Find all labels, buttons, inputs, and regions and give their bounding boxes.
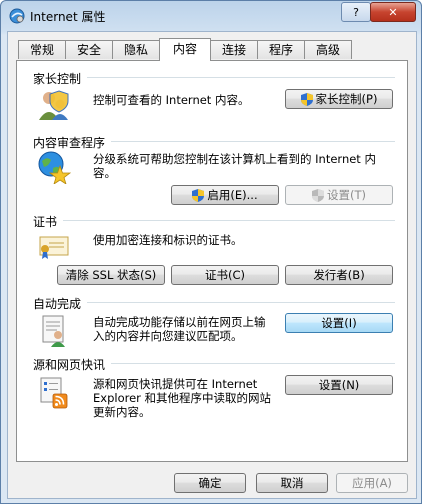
uac-shield-icon xyxy=(312,188,324,202)
parental-controls-heading: 家长控制 xyxy=(33,72,82,86)
certificates-description: 使用加密连接和标识的证书。 xyxy=(93,233,243,247)
internet-properties-window: Internet 属性 ? ✕ 常规 安全 隐私 内容 连接 程序 高级 家长控… xyxy=(0,0,422,504)
help-button[interactable]: ? xyxy=(341,2,371,22)
parental-controls-description: 控制可查看的 Internet 内容。 xyxy=(93,93,250,107)
group-divider xyxy=(87,77,395,78)
content-advisor-description-line-2: 容。 xyxy=(93,166,116,180)
group-divider xyxy=(63,220,395,221)
parental-controls-button[interactable]: 家长控制(P) xyxy=(285,89,393,109)
group-divider xyxy=(111,141,395,142)
internet-options-icon xyxy=(9,8,25,24)
group-divider xyxy=(111,363,395,364)
autocomplete-icon xyxy=(42,315,65,347)
tab-general[interactable]: 常规 xyxy=(18,40,66,59)
content-advisor-icon xyxy=(38,151,71,184)
tab-security[interactable]: 安全 xyxy=(65,40,113,59)
close-icon: ✕ xyxy=(388,5,398,19)
autocomplete-settings-button[interactable]: 设置(I) xyxy=(285,313,393,333)
tab-connections[interactable]: 连接 xyxy=(210,40,258,59)
feeds-description-line-1: 源和网页快讯提供可在 Internet xyxy=(93,377,258,391)
feeds-settings-button[interactable]: 设置(N) xyxy=(285,375,393,395)
cancel-button[interactable]: 取消 xyxy=(256,473,328,493)
content-tab-panel: 家长控制 控制可查看的 Internet 内容。 家长控制(P) 内容审查程序 xyxy=(16,60,408,462)
feeds-description-line-3: 更新内容。 xyxy=(93,405,151,419)
ok-button[interactable]: 确定 xyxy=(174,473,246,493)
window-title: Internet 属性 xyxy=(30,10,106,24)
tab-advanced[interactable]: 高级 xyxy=(304,40,352,59)
parental-controls-button-label: 家长控制(P) xyxy=(315,92,378,106)
certificates-heading: 证书 xyxy=(33,215,58,229)
feeds-heading: 源和网页快讯 xyxy=(33,358,106,372)
title-bar[interactable]: Internet 属性 ? ✕ xyxy=(1,1,421,31)
enable-content-advisor-button[interactable]: 启用(E)... xyxy=(171,185,279,205)
feeds-icon xyxy=(40,377,68,409)
tab-programs[interactable]: 程序 xyxy=(257,40,305,59)
parental-controls-icon xyxy=(39,90,69,120)
apply-button[interactable]: 应用(A) xyxy=(336,473,408,493)
help-icon: ? xyxy=(353,5,359,19)
feeds-description-line-2: Explorer 和其他程序中读取的网站 xyxy=(93,391,272,405)
content-advisor-heading: 内容审查程序 xyxy=(33,136,106,150)
autocomplete-description-line-1: 自动完成功能存储以前在网页上输 xyxy=(93,315,266,329)
uac-shield-icon xyxy=(192,188,205,202)
dialog-client-area: 常规 安全 隐私 内容 连接 程序 高级 家长控制 控制可查看的 Interne… xyxy=(7,31,417,499)
certificate-icon xyxy=(39,236,69,259)
content-advisor-settings-button[interactable]: 设置(T) xyxy=(285,185,393,205)
group-divider xyxy=(87,302,395,303)
content-advisor-settings-label: 设置(T) xyxy=(327,188,366,202)
certificates-button[interactable]: 证书(C) xyxy=(171,265,279,285)
close-button[interactable]: ✕ xyxy=(370,2,416,22)
clear-ssl-state-button[interactable]: 清除 SSL 状态(S) xyxy=(57,265,165,285)
publishers-button[interactable]: 发行者(B) xyxy=(285,265,393,285)
autocomplete-description-line-2: 入的内容并向您建议匹配项。 xyxy=(93,329,243,343)
enable-button-label: 启用(E)... xyxy=(207,188,258,202)
autocomplete-heading: 自动完成 xyxy=(33,297,82,311)
tab-privacy[interactable]: 隐私 xyxy=(112,40,160,59)
tab-content[interactable]: 内容 xyxy=(159,38,211,61)
content-advisor-description-line-1: 分级系统可帮助您控制在该计算机上看到的 Internet 内 xyxy=(93,152,376,166)
uac-shield-icon xyxy=(300,92,313,106)
